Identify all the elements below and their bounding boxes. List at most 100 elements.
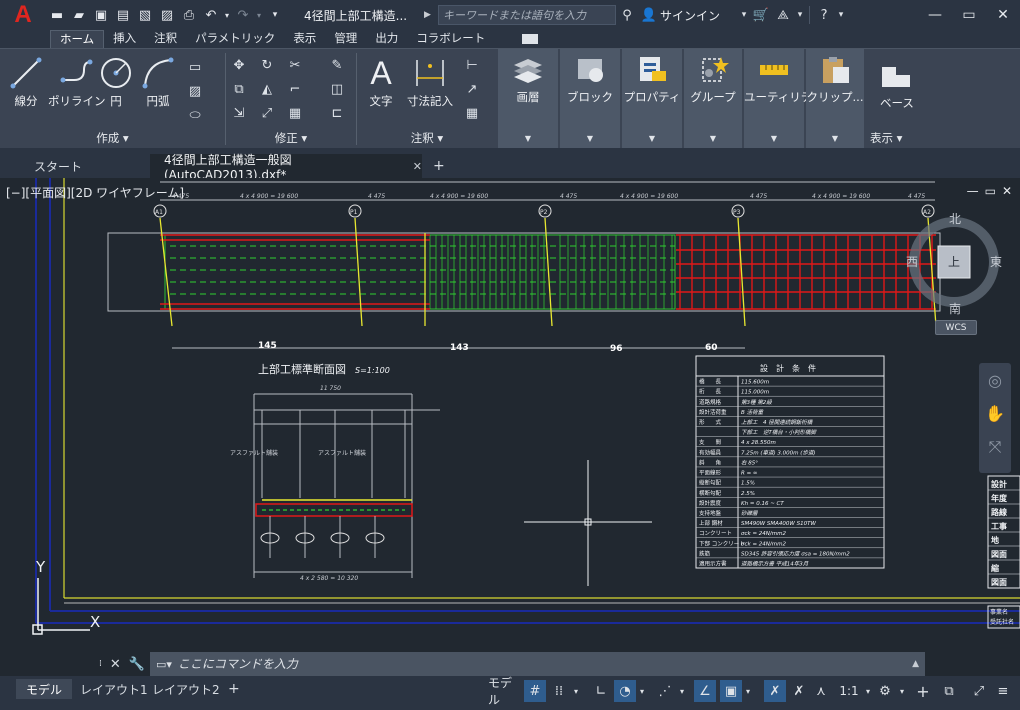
close-icon[interactable]: ✕ — [110, 657, 121, 672]
search-input[interactable] — [443, 8, 615, 22]
annotation-scale-icon[interactable]: ⋏ — [810, 680, 832, 702]
linear-dimension-icon[interactable]: ⊢ — [461, 55, 483, 75]
panel-groups[interactable]: グループ ▼ — [684, 49, 742, 149]
redo-dropdown-icon[interactable]: ▾ — [254, 4, 264, 26]
scale-icon[interactable]: ⤢ — [256, 103, 278, 123]
layout-tab-model[interactable]: モデル — [16, 679, 73, 699]
snap-dropdown-icon[interactable]: ▾ — [570, 680, 582, 702]
leader-icon[interactable]: ↗ — [461, 79, 483, 99]
annotation-monitor-icon[interactable]: + — [912, 680, 934, 702]
tab-parametric[interactable]: パラメトリック — [186, 30, 284, 48]
base-view-label[interactable]: ベース — [880, 95, 914, 111]
file-tab-start[interactable]: スタート — [20, 154, 148, 178]
viewcube-west[interactable]: 西 — [906, 253, 918, 270]
hatch-icon[interactable]: ▨ — [184, 81, 206, 101]
signin-dropdown-icon[interactable]: ▾ — [738, 4, 750, 26]
drawing-canvas[interactable]: [−][平面図][2D ワイヤフレーム] — ▭ ✕ 4 475 4 x 4 9… — [0, 178, 1020, 676]
panel-block[interactable]: ブロック ▼ — [560, 49, 620, 149]
search-box[interactable] — [438, 5, 616, 25]
panel-view-title[interactable]: 表示 ▾ — [866, 130, 930, 146]
model-space-button[interactable]: モデル — [488, 676, 522, 707]
rotate-icon[interactable]: ↻ — [256, 55, 278, 75]
viewcube[interactable]: 北 南 東 西 上 WCS — [902, 208, 1006, 348]
layout-tab-2[interactable]: レイアウト2 — [142, 679, 230, 699]
base-view-icon[interactable] — [880, 61, 914, 91]
open-icon[interactable]: ▰ — [68, 4, 90, 26]
polar-tracking-icon[interactable]: ◔ — [614, 680, 636, 702]
fillet-icon[interactable]: ⌐ — [284, 79, 306, 99]
undo-icon[interactable]: ↶ — [200, 4, 222, 26]
line-tool[interactable]: 線分 — [8, 55, 44, 109]
tab-manage[interactable]: 管理 — [325, 30, 366, 48]
workspace-gear-icon[interactable]: ⚙ — [874, 680, 896, 702]
table-icon[interactable]: ▦ — [461, 103, 483, 123]
panel-annotation-title[interactable]: 注釈 ▾ — [357, 130, 497, 146]
new-tab-icon[interactable]: + — [425, 154, 453, 178]
tab-output[interactable]: 出力 — [366, 30, 407, 48]
isometric-icon[interactable]: ⋰ — [654, 680, 676, 702]
add-layout-icon[interactable]: + — [218, 679, 250, 699]
restore-icon[interactable]: ▭ — [952, 0, 986, 30]
customize-icon[interactable]: 🔧 — [129, 657, 145, 672]
array-icon[interactable]: ▦ — [284, 103, 306, 123]
signin-button[interactable]: サインイン — [660, 7, 720, 24]
scale-dropdown-icon[interactable]: ▾ — [862, 680, 874, 702]
autodesk-app-icon[interactable]: ⟁ — [772, 4, 794, 26]
explode-icon[interactable]: ◫ — [326, 79, 348, 99]
close-icon[interactable]: ✕ — [986, 0, 1020, 30]
search-icon[interactable]: ⚲ — [616, 4, 638, 26]
command-history-icon[interactable]: ▲ — [912, 659, 919, 669]
file-tab-active[interactable]: 4径間上部工構造一般図(AutoCAD2013).dxf* ✕ — [150, 153, 422, 182]
viewcube-north[interactable]: 北 — [949, 210, 961, 227]
steering-wheel-icon[interactable]: ◎ — [988, 371, 1002, 390]
iso-dropdown-icon[interactable]: ▾ — [676, 680, 688, 702]
viewcube-south[interactable]: 南 — [949, 300, 961, 317]
viewport-restore-icon[interactable]: ▭ — [985, 184, 996, 198]
panel-layers[interactable]: 画層 ▼ — [498, 49, 558, 149]
help-dropdown-icon[interactable]: ▾ — [835, 4, 847, 26]
mirror-icon[interactable]: ◭ — [256, 79, 278, 99]
command-prompt-icon[interactable]: ▭▾ — [156, 658, 172, 671]
wcs-menu[interactable]: WCS — [935, 320, 977, 335]
grip-icon[interactable]: ⁞ — [99, 659, 102, 669]
panel-modify-title[interactable]: 修正 ▾ — [226, 130, 356, 146]
offset-icon[interactable]: ⊏ — [326, 103, 348, 123]
circle-tool[interactable]: 円 — [98, 55, 134, 109]
isolate-objects-icon[interactable]: ⧉ — [938, 680, 960, 702]
viewport-controls-label[interactable]: [−][平面図][2D ワイヤフレーム] — [6, 184, 184, 201]
annotation-visibility-icon[interactable]: ✗ — [764, 680, 786, 702]
object-snap-tracking-icon[interactable]: ∠ — [694, 680, 716, 702]
viewport-minimize-icon[interactable]: — — [967, 184, 979, 198]
erase-icon[interactable]: ✎ — [326, 55, 348, 75]
annotation-scale-value[interactable]: 1:1 — [834, 680, 864, 702]
save-as-icon[interactable]: ▤ — [112, 4, 134, 26]
plot-icon[interactable]: ⎙ — [178, 4, 200, 26]
panel-properties[interactable]: プロパティ ▼ — [622, 49, 682, 149]
snap-icon[interactable]: ⁞⁞ — [548, 680, 570, 702]
close-tab-icon[interactable]: ✕ — [413, 160, 422, 173]
workspace-dropdown-icon[interactable]: ▾ — [896, 680, 908, 702]
auto-scale-icon[interactable]: ✗ — [788, 680, 810, 702]
osnap-dropdown-icon[interactable]: ▾ — [742, 680, 754, 702]
dimension-tool[interactable]: 寸法記入 — [407, 55, 453, 109]
panel-draw-title[interactable]: 作成 ▾ — [0, 130, 225, 146]
stretch-icon[interactable]: ⇲ — [228, 103, 250, 123]
tab-collaborate[interactable]: コラボレート — [407, 30, 494, 48]
title-expand-icon[interactable]: ▶ — [424, 10, 438, 20]
command-input-box[interactable]: ▭▾ ▲ — [150, 652, 925, 676]
zoom-extents-icon[interactable]: ⤧ — [989, 437, 1002, 457]
arc-tool[interactable]: 円弧 — [140, 55, 176, 109]
object-snap-icon[interactable]: ▣ — [720, 680, 742, 702]
copy-icon[interactable]: ⧉ — [228, 79, 250, 99]
customization-icon[interactable]: ≡ — [992, 680, 1014, 702]
customize-qat-icon[interactable]: ▾ — [264, 4, 286, 26]
tab-insert[interactable]: 挿入 — [104, 30, 145, 48]
save-icon[interactable]: ▣ — [90, 4, 112, 26]
grid-icon[interactable]: # — [524, 680, 546, 702]
polar-dropdown-icon[interactable]: ▾ — [636, 680, 648, 702]
ortho-icon[interactable]: ∟ — [590, 680, 612, 702]
text-tool[interactable]: A 文字 — [363, 55, 399, 109]
panel-clipboard[interactable]: クリップ... ▼ — [806, 49, 864, 149]
help-icon[interactable]: ? — [813, 4, 835, 26]
user-icon[interactable]: 👤 — [638, 4, 660, 26]
